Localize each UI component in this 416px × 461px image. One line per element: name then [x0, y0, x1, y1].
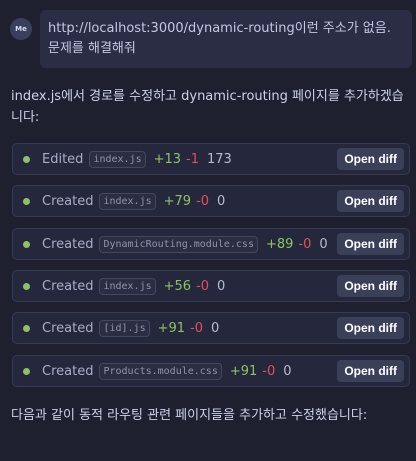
- change-action: Created: [42, 193, 94, 209]
- change-action: Created: [42, 278, 94, 294]
- status-dot-icon: [23, 155, 30, 163]
- file-change-card: Created index.js +56 -0 0 Open diff: [12, 270, 410, 302]
- user-message: Me http://localhost:3000/dynamic-routing…: [10, 10, 412, 68]
- line-total: 0: [217, 193, 226, 209]
- user-message-line: http://localhost:3000/dynamic-routing이런 …: [48, 21, 391, 36]
- file-name-chip: Products.module.css: [99, 362, 222, 380]
- lines-removed: -0: [196, 278, 210, 294]
- file-name-chip: index.js: [99, 277, 156, 295]
- user-message-bubble: http://localhost:3000/dynamic-routing이런 …: [40, 10, 412, 68]
- lines-added: +91: [229, 363, 258, 379]
- file-name-chip: DynamicRouting.module.css: [99, 235, 258, 253]
- assistant-outro-text: 다음과 같이 동적 라우팅 관련 페이지들을 추가하고 수정했습니다:: [11, 408, 368, 423]
- lines-added: +79: [163, 193, 192, 209]
- line-total: 0: [319, 236, 328, 252]
- file-change-card: Created DynamicRouting.module.css +89 -0…: [12, 228, 410, 260]
- lines-added: +89: [265, 236, 294, 252]
- lines-removed: -1: [186, 151, 200, 167]
- lines-removed: -0: [262, 363, 276, 379]
- change-action: Created: [42, 320, 94, 336]
- lines-added: +91: [157, 320, 186, 336]
- change-action: Created: [42, 236, 94, 252]
- open-diff-button[interactable]: Open diff: [337, 317, 404, 339]
- open-diff-button[interactable]: Open diff: [337, 275, 404, 297]
- change-action: Created: [42, 363, 94, 379]
- status-dot-icon: [23, 240, 30, 248]
- lines-removed: -0: [190, 320, 204, 336]
- status-dot-icon: [23, 282, 30, 290]
- file-change-card: Edited index.js +13 -1 173 Open diff: [12, 143, 410, 175]
- line-total: 173: [207, 151, 232, 167]
- file-change-card: Created index.js +79 -0 0 Open diff: [12, 185, 410, 217]
- status-dot-icon: [23, 367, 30, 375]
- line-total: 0: [283, 363, 292, 379]
- assistant-intro-text: index.js에서 경로를 수정하고 dynamic-routing 페이지를…: [11, 89, 404, 125]
- status-dot-icon: [23, 324, 30, 332]
- open-diff-button[interactable]: Open diff: [337, 360, 404, 382]
- avatar: Me: [10, 18, 32, 40]
- file-change-card: Created Products.module.css +91 -0 0 Ope…: [12, 355, 410, 387]
- status-dot-icon: [23, 197, 30, 205]
- line-total: 0: [217, 278, 226, 294]
- lines-removed: -0: [196, 193, 210, 209]
- change-action: Edited: [42, 151, 84, 167]
- file-name-chip: index.js: [99, 192, 156, 210]
- file-change-card: Created [id].js +91 -0 0 Open diff: [12, 312, 410, 344]
- lines-removed: -0: [298, 236, 312, 252]
- line-total: 0: [211, 320, 220, 336]
- lines-added: +13: [153, 151, 182, 167]
- file-name-chip: index.js: [89, 150, 146, 168]
- user-message-line: 문제를 해결해줘: [48, 41, 136, 56]
- file-name-chip: [id].js: [99, 319, 150, 337]
- open-diff-button[interactable]: Open diff: [337, 190, 404, 212]
- open-diff-button[interactable]: Open diff: [337, 148, 404, 170]
- open-diff-button[interactable]: Open diff: [337, 233, 404, 255]
- lines-added: +56: [163, 278, 192, 294]
- chat-panel: Me http://localhost:3000/dynamic-routing…: [0, 0, 416, 461]
